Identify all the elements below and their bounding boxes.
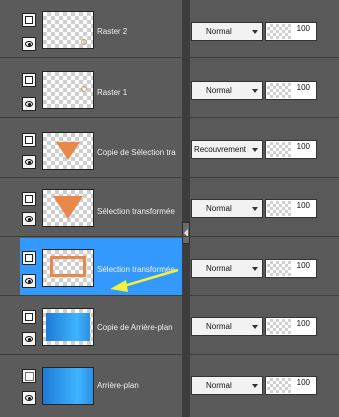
opacity-field[interactable]: 100 [265,140,317,159]
chevron-down-icon [252,148,258,152]
layer-row[interactable]: Raster 2 Normal 100 [0,0,339,58]
opacity-value: 100 [296,261,310,270]
layer-row-selected[interactable]: Sélection transformée Normal 100 [0,238,339,296]
opacity-field[interactable]: 100 [265,317,317,336]
eye-icon[interactable] [22,332,36,346]
opacity-value: 100 [296,319,310,328]
chevron-down-icon [252,384,258,388]
blend-mode-select[interactable]: Normal [191,81,263,100]
layer-icon[interactable] [22,133,36,147]
opacity-value: 100 [296,83,310,92]
eye-icon[interactable] [22,391,36,405]
background-icon[interactable] [22,369,36,383]
layer-thumbnail [42,71,94,109]
thumb-mark [81,86,87,92]
opacity-field[interactable]: 100 [265,199,317,218]
blend-mode-value: Normal [206,27,232,36]
layer-thumbnail [42,367,94,405]
opacity-field[interactable]: 100 [265,376,317,395]
chevron-down-icon [252,207,258,211]
layer-row[interactable]: Sélection transformée Normal 100 [0,179,339,237]
thumb-shape [50,256,86,277]
layer-icon[interactable] [22,73,36,87]
layer-icon[interactable] [22,13,36,27]
layer-name[interactable]: Arrière-plan [97,381,182,390]
layer-thumbnail [42,189,94,227]
layer-thumbnail [42,11,94,49]
layer-name[interactable]: Sélection transformée [97,207,182,216]
eye-icon[interactable] [22,274,36,288]
layer-thumbnail [42,249,94,287]
chevron-down-icon [252,267,258,271]
thumb-shape [46,313,90,341]
eye-icon[interactable] [22,212,36,226]
chevron-down-icon [252,89,258,93]
blend-mode-value: Normal [206,381,232,390]
blend-mode-value: Recouvrement [194,145,247,154]
blend-mode-value: Normal [206,204,232,213]
blend-mode-select[interactable]: Normal [191,199,263,218]
opacity-value: 100 [296,24,310,33]
thumb-shape [53,196,83,219]
eye-icon[interactable] [22,37,36,51]
blend-mode-select[interactable]: Normal [191,376,263,395]
thumb-mark [81,39,87,45]
blend-mode-select[interactable]: Normal [191,259,263,278]
layer-name[interactable]: Raster 1 [97,88,182,97]
layer-thumbnail [42,132,94,170]
layer-icon[interactable] [22,192,36,206]
layer-icon[interactable] [22,310,36,324]
layer-name[interactable]: Copie de Arrière-plan [97,323,182,332]
opacity-field[interactable]: 100 [265,81,317,100]
layer-row[interactable]: Arrière-plan Normal 100 [0,356,339,417]
layer-name[interactable]: Copie de Sélection tra [97,148,182,157]
opacity-value: 100 [296,378,310,387]
opacity-field[interactable]: 100 [265,22,317,41]
layer-row[interactable]: Copie de Sélection tra Recouvrement 100 [0,120,339,178]
layer-name[interactable]: Sélection transformée [97,265,182,274]
chevron-down-icon [252,30,258,34]
layer-row[interactable]: Copie de Arrière-plan Normal 100 [0,297,339,355]
opacity-value: 100 [296,142,310,151]
blend-mode-value: Normal [206,322,232,331]
blend-mode-select[interactable]: Normal [191,317,263,336]
blend-mode-value: Normal [206,264,232,273]
chevron-down-icon [252,325,258,329]
layer-row[interactable]: Raster 1 Normal 100 [0,60,339,118]
eye-icon[interactable] [22,97,36,111]
layer-thumbnail [42,308,94,346]
layer-icon[interactable] [22,251,36,265]
layer-name[interactable]: Raster 2 [97,27,182,36]
thumb-shape [56,142,80,160]
blend-mode-value: Normal [206,86,232,95]
eye-icon[interactable] [22,155,36,169]
opacity-field[interactable]: 100 [265,259,317,278]
blend-mode-select[interactable]: Normal [191,22,263,41]
blend-mode-select[interactable]: Recouvrement [191,140,263,159]
opacity-value: 100 [296,201,310,210]
